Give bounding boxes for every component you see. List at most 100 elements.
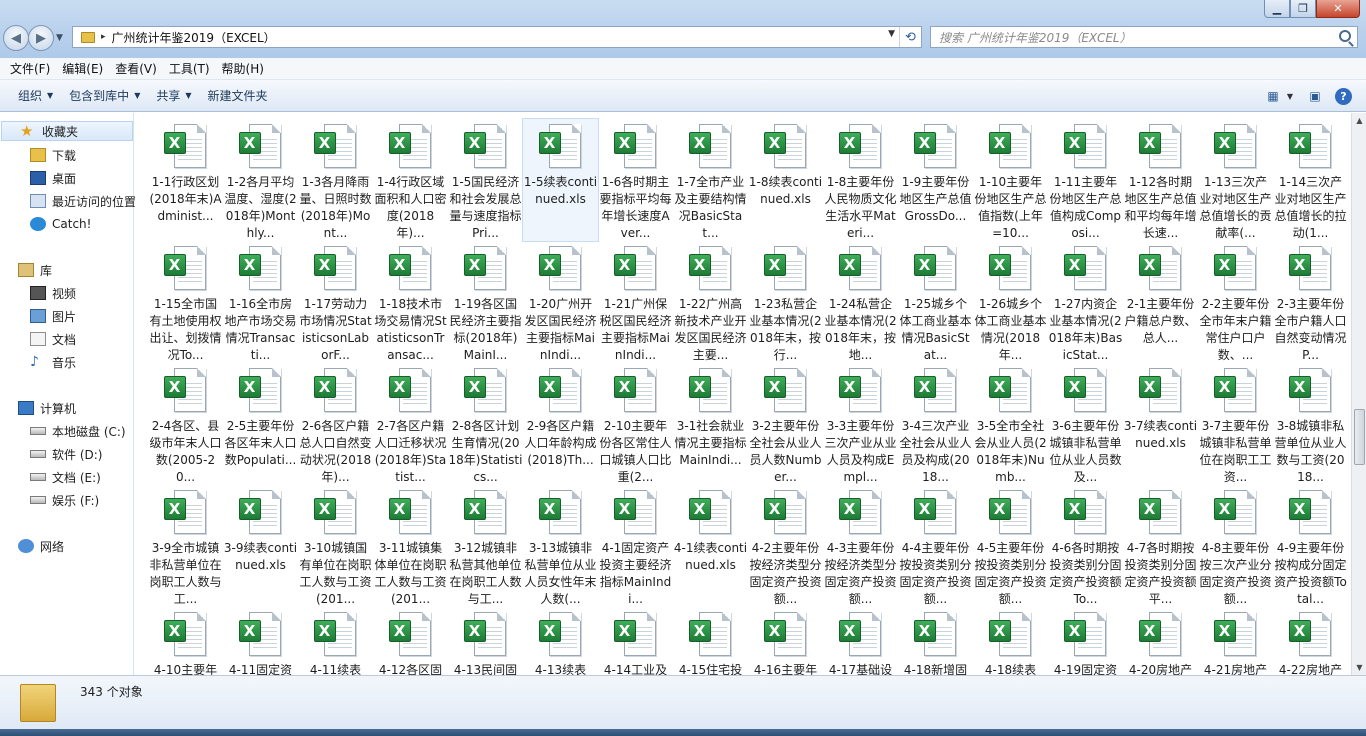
file-item[interactable]: X 3-8城镇非私营单位从业人数与工资(2018... <box>1273 363 1348 485</box>
file-item[interactable]: X 4-19固定资 <box>1048 607 1123 675</box>
file-item[interactable]: X 1-19各区国民经济主要指标(2018年)MainI... <box>448 241 523 363</box>
menu-help[interactable]: 帮助(H) <box>216 60 270 77</box>
nav-drive-c[interactable]: 本地磁盘 (C:) <box>30 421 126 441</box>
scroll-down-icon[interactable]: ▼ <box>1352 660 1366 675</box>
file-item[interactable]: X 2-4各区、县级市年末人口数(2005-20... <box>148 363 223 485</box>
file-item[interactable]: X 1-8续表continued.xls <box>748 119 823 241</box>
file-item[interactable]: X 1-24私营企业基本情况(2018年末，按地... <box>823 241 898 363</box>
file-item[interactable]: X 4-13续表 <box>523 607 598 675</box>
file-item[interactable]: X 4-17基础设 <box>823 607 898 675</box>
nav-downloads[interactable]: 下载 <box>30 145 76 165</box>
nav-drive-e[interactable]: 文档 (E:) <box>30 467 101 487</box>
file-item[interactable]: X 2-7各区户籍人口迁移状况(2018年)Statist... <box>373 363 448 485</box>
file-item[interactable]: X 4-9主要年份按构成分固定资产投资额Total... <box>1273 485 1348 607</box>
nav-recent[interactable]: 最近访问的位置 <box>30 191 136 211</box>
file-item[interactable]: X 1-13三次产业对地区生产总值增长的贡献率(... <box>1198 119 1273 241</box>
file-item[interactable]: X 2-1主要年份户籍总户数、总人... <box>1123 241 1198 363</box>
file-item[interactable]: X 1-26城乡个体工商业基本情况(2018年... <box>973 241 1048 363</box>
include-library-button[interactable]: 包含到库中 ▼ <box>61 87 148 104</box>
file-item[interactable]: X 3-6主要年份城镇非私营单位从业人员数及... <box>1048 363 1123 485</box>
file-item[interactable]: X 3-5全市全社会从业人员(2018年末)Numb... <box>973 363 1048 485</box>
file-item[interactable]: X 3-13城镇非私营单位从业人员女性年末人数(... <box>523 485 598 607</box>
file-item[interactable]: X 4-16主要年 <box>748 607 823 675</box>
nav-music[interactable]: ♪ 音乐 <box>30 352 76 372</box>
share-button[interactable]: 共享 ▼ <box>148 87 199 104</box>
file-item[interactable]: X 3-7主要年份城镇非私营单位在岗职工工资... <box>1198 363 1273 485</box>
file-item[interactable]: X 1-20广州开发区国民经济主要指标MainIndi... <box>523 241 598 363</box>
file-item[interactable]: X 4-10主要年 <box>148 607 223 675</box>
file-item[interactable]: X 4-7各时期按投资类别分固定资产投资额平... <box>1123 485 1198 607</box>
minimize-button[interactable]: ▁ <box>1264 0 1290 18</box>
nav-drive-f[interactable]: 娱乐 (F:) <box>30 490 99 510</box>
file-item[interactable]: X 2-2主要年份全市年末户籍常住户口户数、... <box>1198 241 1273 363</box>
menu-view[interactable]: 查看(V) <box>109 60 163 77</box>
file-item[interactable]: X 4-2主要年份按经济类型分固定资产投资额... <box>748 485 823 607</box>
file-item[interactable]: X 4-20房地产 <box>1123 607 1198 675</box>
file-item[interactable]: X 4-22房地产 <box>1273 607 1348 675</box>
file-item[interactable]: X 1-15全市国有土地使用权出让、划拨情况To... <box>148 241 223 363</box>
file-item[interactable]: X 3-3主要年份三次产业从业人员及构成Empl... <box>823 363 898 485</box>
vertical-scrollbar[interactable]: ▲ ▼ <box>1351 113 1366 675</box>
file-item[interactable]: X 1-16全市房地产市场交易情况Transacti... <box>223 241 298 363</box>
nav-drive-d[interactable]: 软件 (D:) <box>30 444 102 464</box>
file-item[interactable]: X 2-6各区户籍总人口自然变动状况(2018年)... <box>298 363 373 485</box>
file-item[interactable]: X 4-3主要年份按经济类型分固定资产投资额... <box>823 485 898 607</box>
file-item[interactable]: X 2-10主要年份各区常住人口城镇人口比重(2... <box>598 363 673 485</box>
file-item[interactable]: X 2-8各区计划生育情况(2018年)Statistics... <box>448 363 523 485</box>
file-item[interactable]: X 1-5续表continued.xls <box>522 118 599 242</box>
file-item[interactable]: X 4-14工业及 <box>598 607 673 675</box>
file-item[interactable]: X 4-11续表 <box>298 607 373 675</box>
refresh-icon[interactable]: ⟲ <box>899 27 921 47</box>
file-item[interactable]: X 1-10主要年份地区生产总值指数(上年=10... <box>973 119 1048 241</box>
scroll-up-icon[interactable]: ▲ <box>1352 113 1366 128</box>
nav-libraries[interactable]: 库 <box>18 260 52 280</box>
menu-edit[interactable]: 编辑(E) <box>56 60 109 77</box>
file-item[interactable]: X 1-1行政区划(2018年末)Administ... <box>148 119 223 241</box>
file-item[interactable]: X 4-4主要年份按投资类别分固定资产投资额... <box>898 485 973 607</box>
file-item[interactable]: X 1-14三次产业对地区生产总值增长的拉动(1... <box>1273 119 1348 241</box>
file-item[interactable]: X 3-10城镇国有单位在岗职工人数与工资(201... <box>298 485 373 607</box>
file-item[interactable]: X 4-12各区固 <box>373 607 448 675</box>
file-item[interactable]: X 1-11主要年份地区生产总值构成Composi... <box>1048 119 1123 241</box>
file-item[interactable]: X 4-11固定资 <box>223 607 298 675</box>
menu-tools[interactable]: 工具(T) <box>163 60 216 77</box>
chevron-right-icon[interactable]: ▸ <box>101 32 106 42</box>
file-item[interactable]: X 1-17劳动力市场情况StatisticsonLaborF... <box>298 241 373 363</box>
file-item[interactable]: X 3-7续表continued.xls <box>1123 363 1198 485</box>
file-item[interactable]: X 1-8主要年份人民物质文化生活水平Materi... <box>823 119 898 241</box>
nav-favorites[interactable]: ★ 收藏夹 <box>1 121 133 141</box>
close-button[interactable]: ✕ <box>1316 0 1360 18</box>
file-item[interactable]: X 4-8主要年份按三次产业分固定资产投资额... <box>1198 485 1273 607</box>
maximize-button[interactable]: ❐ <box>1290 0 1316 18</box>
back-button[interactable]: ◀ <box>3 25 29 51</box>
file-item[interactable]: X 1-9主要年份地区生产总值GrossDo... <box>898 119 973 241</box>
file-item[interactable]: X 1-21广州保税区国民经济主要指标MainIndi... <box>598 241 673 363</box>
organize-button[interactable]: 组织 ▼ <box>10 87 61 104</box>
file-item[interactable]: X 3-4三次产业全社会从业人员及构成(2018... <box>898 363 973 485</box>
nav-network[interactable]: 网络 <box>18 536 64 556</box>
file-item[interactable]: X 3-1社会就业情况主要指标MainIndi... <box>673 363 748 485</box>
view-options-icon[interactable]: ▦ <box>1263 86 1283 106</box>
nav-videos[interactable]: 视频 <box>30 283 76 303</box>
file-item[interactable]: X 4-13民间固 <box>448 607 523 675</box>
address-path[interactable]: 广州统计年鉴2019（EXCEL） <box>112 29 276 46</box>
file-item[interactable]: X 1-22广州高新技术产业开发区国民经济主要... <box>673 241 748 363</box>
preview-pane-icon[interactable]: ▣ <box>1305 86 1325 106</box>
file-item[interactable]: X 3-11城镇集体单位在岗职工人数与工资(201... <box>373 485 448 607</box>
nav-computer[interactable]: 计算机 <box>18 398 76 418</box>
recent-pages-dropdown-icon[interactable]: ▼ <box>56 33 63 43</box>
file-item[interactable]: X 1-18技术市场交易情况StatisticsonTransac... <box>373 241 448 363</box>
file-item[interactable]: X 2-9各区户籍人口年龄构成(2018)Th... <box>523 363 598 485</box>
address-dropdown-icon[interactable]: ▼ <box>888 29 895 39</box>
file-item[interactable]: X 1-4行政区域面积和人口密度(2018年)... <box>373 119 448 241</box>
file-item[interactable]: X 4-6各时期按投资类别分固定资产投资额To... <box>1048 485 1123 607</box>
file-item[interactable]: X 1-25城乡个体工商业基本情况BasicStat... <box>898 241 973 363</box>
file-item[interactable]: X 1-23私营企业基本情况(2018年末，按行... <box>748 241 823 363</box>
file-item[interactable]: X 1-5国民经济和社会发展总量与速度指标Pri... <box>448 119 523 241</box>
file-item[interactable]: X 4-18续表 <box>973 607 1048 675</box>
file-item[interactable]: X 3-9续表continued.xls <box>223 485 298 607</box>
view-dropdown-icon[interactable]: ▼ <box>1285 86 1295 106</box>
file-item[interactable]: X 4-21房地产 <box>1198 607 1273 675</box>
search-input[interactable]: 搜索 广州统计年鉴2019（EXCEL） <box>930 26 1358 48</box>
new-folder-button[interactable]: 新建文件夹 <box>200 87 276 104</box>
